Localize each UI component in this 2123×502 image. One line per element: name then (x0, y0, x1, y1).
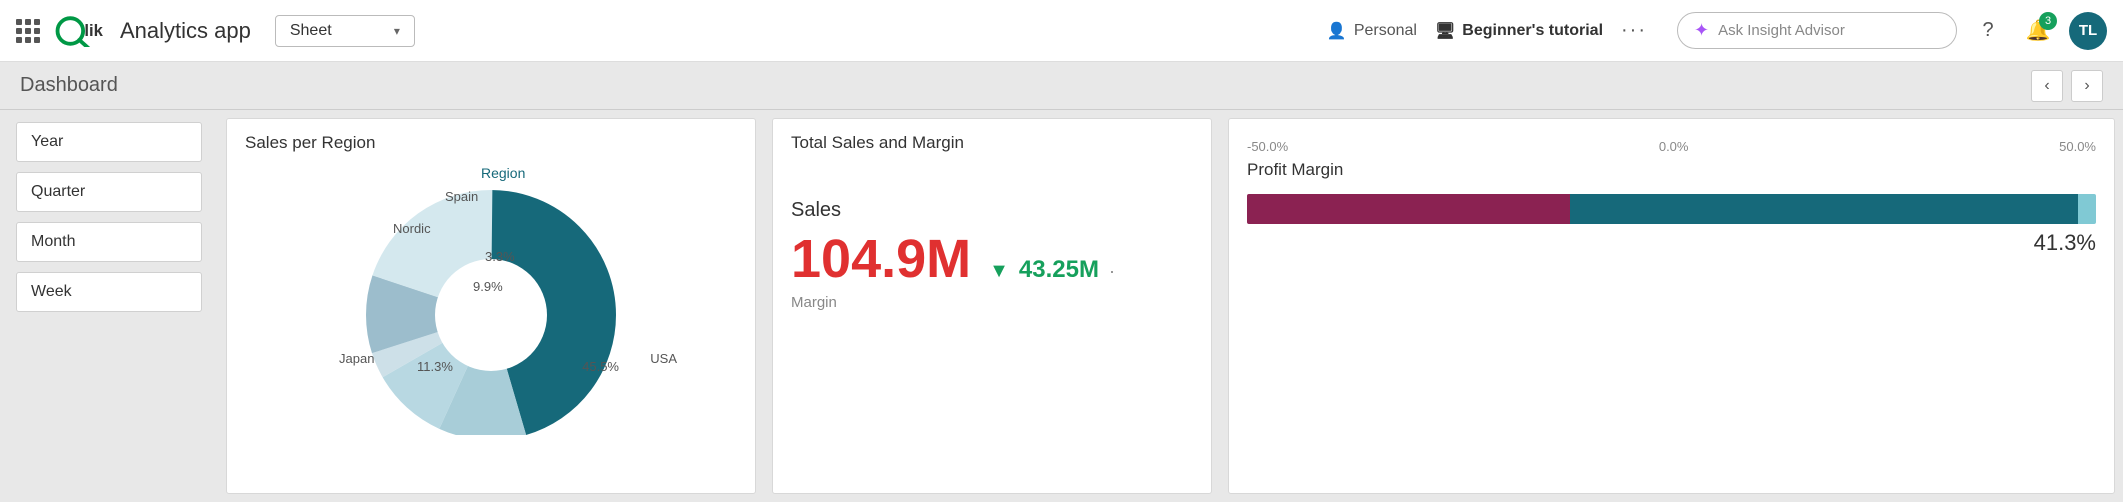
pct-45-5: 45.5% (582, 359, 619, 374)
pct-9-9: 9.9% (473, 279, 503, 294)
sales-arrow-icon: ▼ (989, 260, 1009, 283)
profit-bar (1247, 194, 2096, 224)
bar-maroon-segment (1247, 194, 1570, 224)
profit-margin-title: Profit Margin (1247, 160, 2096, 180)
filter-month[interactable]: Month (16, 222, 202, 262)
spain-label: Spain (445, 189, 478, 204)
profit-margin-card: Profit Margin -50.0% 0.0% 50.0% 41.3% (1228, 118, 2115, 494)
filter-quarter[interactable]: Quarter (16, 172, 202, 212)
total-sales-title: Total Sales and Margin (791, 133, 1193, 153)
region-legend-label: Region (481, 165, 525, 181)
dashboard-title: Dashboard (20, 74, 118, 97)
sheet-label: Sheet (290, 22, 332, 40)
axis-center: 0.0% (1659, 139, 1689, 154)
user-avatar[interactable]: TL (2069, 12, 2107, 50)
sales-label: Sales (791, 199, 1193, 222)
tutorial-icon: 🖥 (1435, 21, 1455, 41)
pct-3-3: 3.3% (485, 249, 515, 264)
personal-button[interactable]: 👤 Personal (1327, 21, 1417, 41)
margin-dot: · (1109, 261, 1115, 282)
more-options-button[interactable]: ··· (1621, 19, 1647, 42)
notification-badge: 3 (2039, 12, 2057, 30)
sales-region-title: Sales per Region (245, 133, 737, 153)
tutorial-label: Beginner's tutorial (1462, 22, 1603, 40)
topnav: lik Analytics app Sheet ▾ 👤 Personal 🖥 B… (0, 0, 2123, 62)
sidebar: Year Quarter Month Week (0, 110, 218, 502)
tutorial-button[interactable]: 🖥 Beginner's tutorial (1435, 21, 1603, 41)
grid-menu-icon[interactable] (16, 19, 40, 43)
margin-label: Margin (791, 294, 1193, 311)
profit-percentage: 41.3% (1247, 230, 2096, 256)
next-sheet-button[interactable]: › (2071, 70, 2103, 102)
dashboard-header: Dashboard ‹ › (0, 62, 2123, 110)
qlik-logo: lik (52, 15, 104, 47)
profit-axis: -50.0% 0.0% 50.0% (1247, 139, 2096, 154)
bar-teal-segment (1570, 194, 2078, 224)
nordic-label: Nordic (393, 221, 431, 236)
sales-per-region-card: Sales per Region Region Spain Nordic Jap… (226, 118, 756, 494)
help-icon: ? (1982, 19, 1993, 42)
pct-11-3: 11.3% (417, 359, 453, 374)
app-title: Analytics app (120, 18, 251, 44)
person-icon: 👤 (1327, 21, 1347, 41)
sheet-dropdown[interactable]: Sheet ▾ (275, 15, 415, 47)
sparkle-icon: ✦ (1694, 20, 1709, 41)
dashboard-nav: ‹ › (2031, 70, 2103, 102)
prev-sheet-button[interactable]: ‹ (2031, 70, 2063, 102)
donut-chart (331, 175, 651, 435)
personal-label: Personal (1354, 22, 1417, 40)
chevron-down-icon: ▾ (394, 24, 400, 38)
nav-center: 👤 Personal 🖥 Beginner's tutorial ··· (1327, 19, 1647, 42)
axis-right: 50.0% (2059, 139, 2096, 154)
insight-advisor-input[interactable]: ✦ Ask Insight Advisor (1677, 12, 1957, 49)
help-button[interactable]: ? (1969, 12, 2007, 50)
japan-label: Japan (339, 351, 374, 366)
main-content: Year Quarter Month Week Sales per Region… (0, 110, 2123, 502)
sales-value: 104.9M (791, 228, 971, 290)
filter-year[interactable]: Year (16, 122, 202, 162)
axis-left: -50.0% (1247, 139, 1288, 154)
charts-area: Sales per Region Region Spain Nordic Jap… (218, 110, 2123, 502)
insight-placeholder: Ask Insight Advisor (1718, 22, 1845, 39)
usa-label: USA (650, 351, 677, 366)
filter-week[interactable]: Week (16, 272, 202, 312)
svg-text:lik: lik (84, 21, 103, 40)
nav-right: ✦ Ask Insight Advisor ? 🔔 3 TL (1677, 12, 2107, 50)
margin-value: 43.25M (1019, 256, 1099, 284)
total-sales-card: Total Sales and Margin Sales 104.9M ▼ 43… (772, 118, 1212, 494)
notifications-button[interactable]: 🔔 3 (2019, 12, 2057, 50)
bar-lightblue-segment (2078, 194, 2096, 224)
